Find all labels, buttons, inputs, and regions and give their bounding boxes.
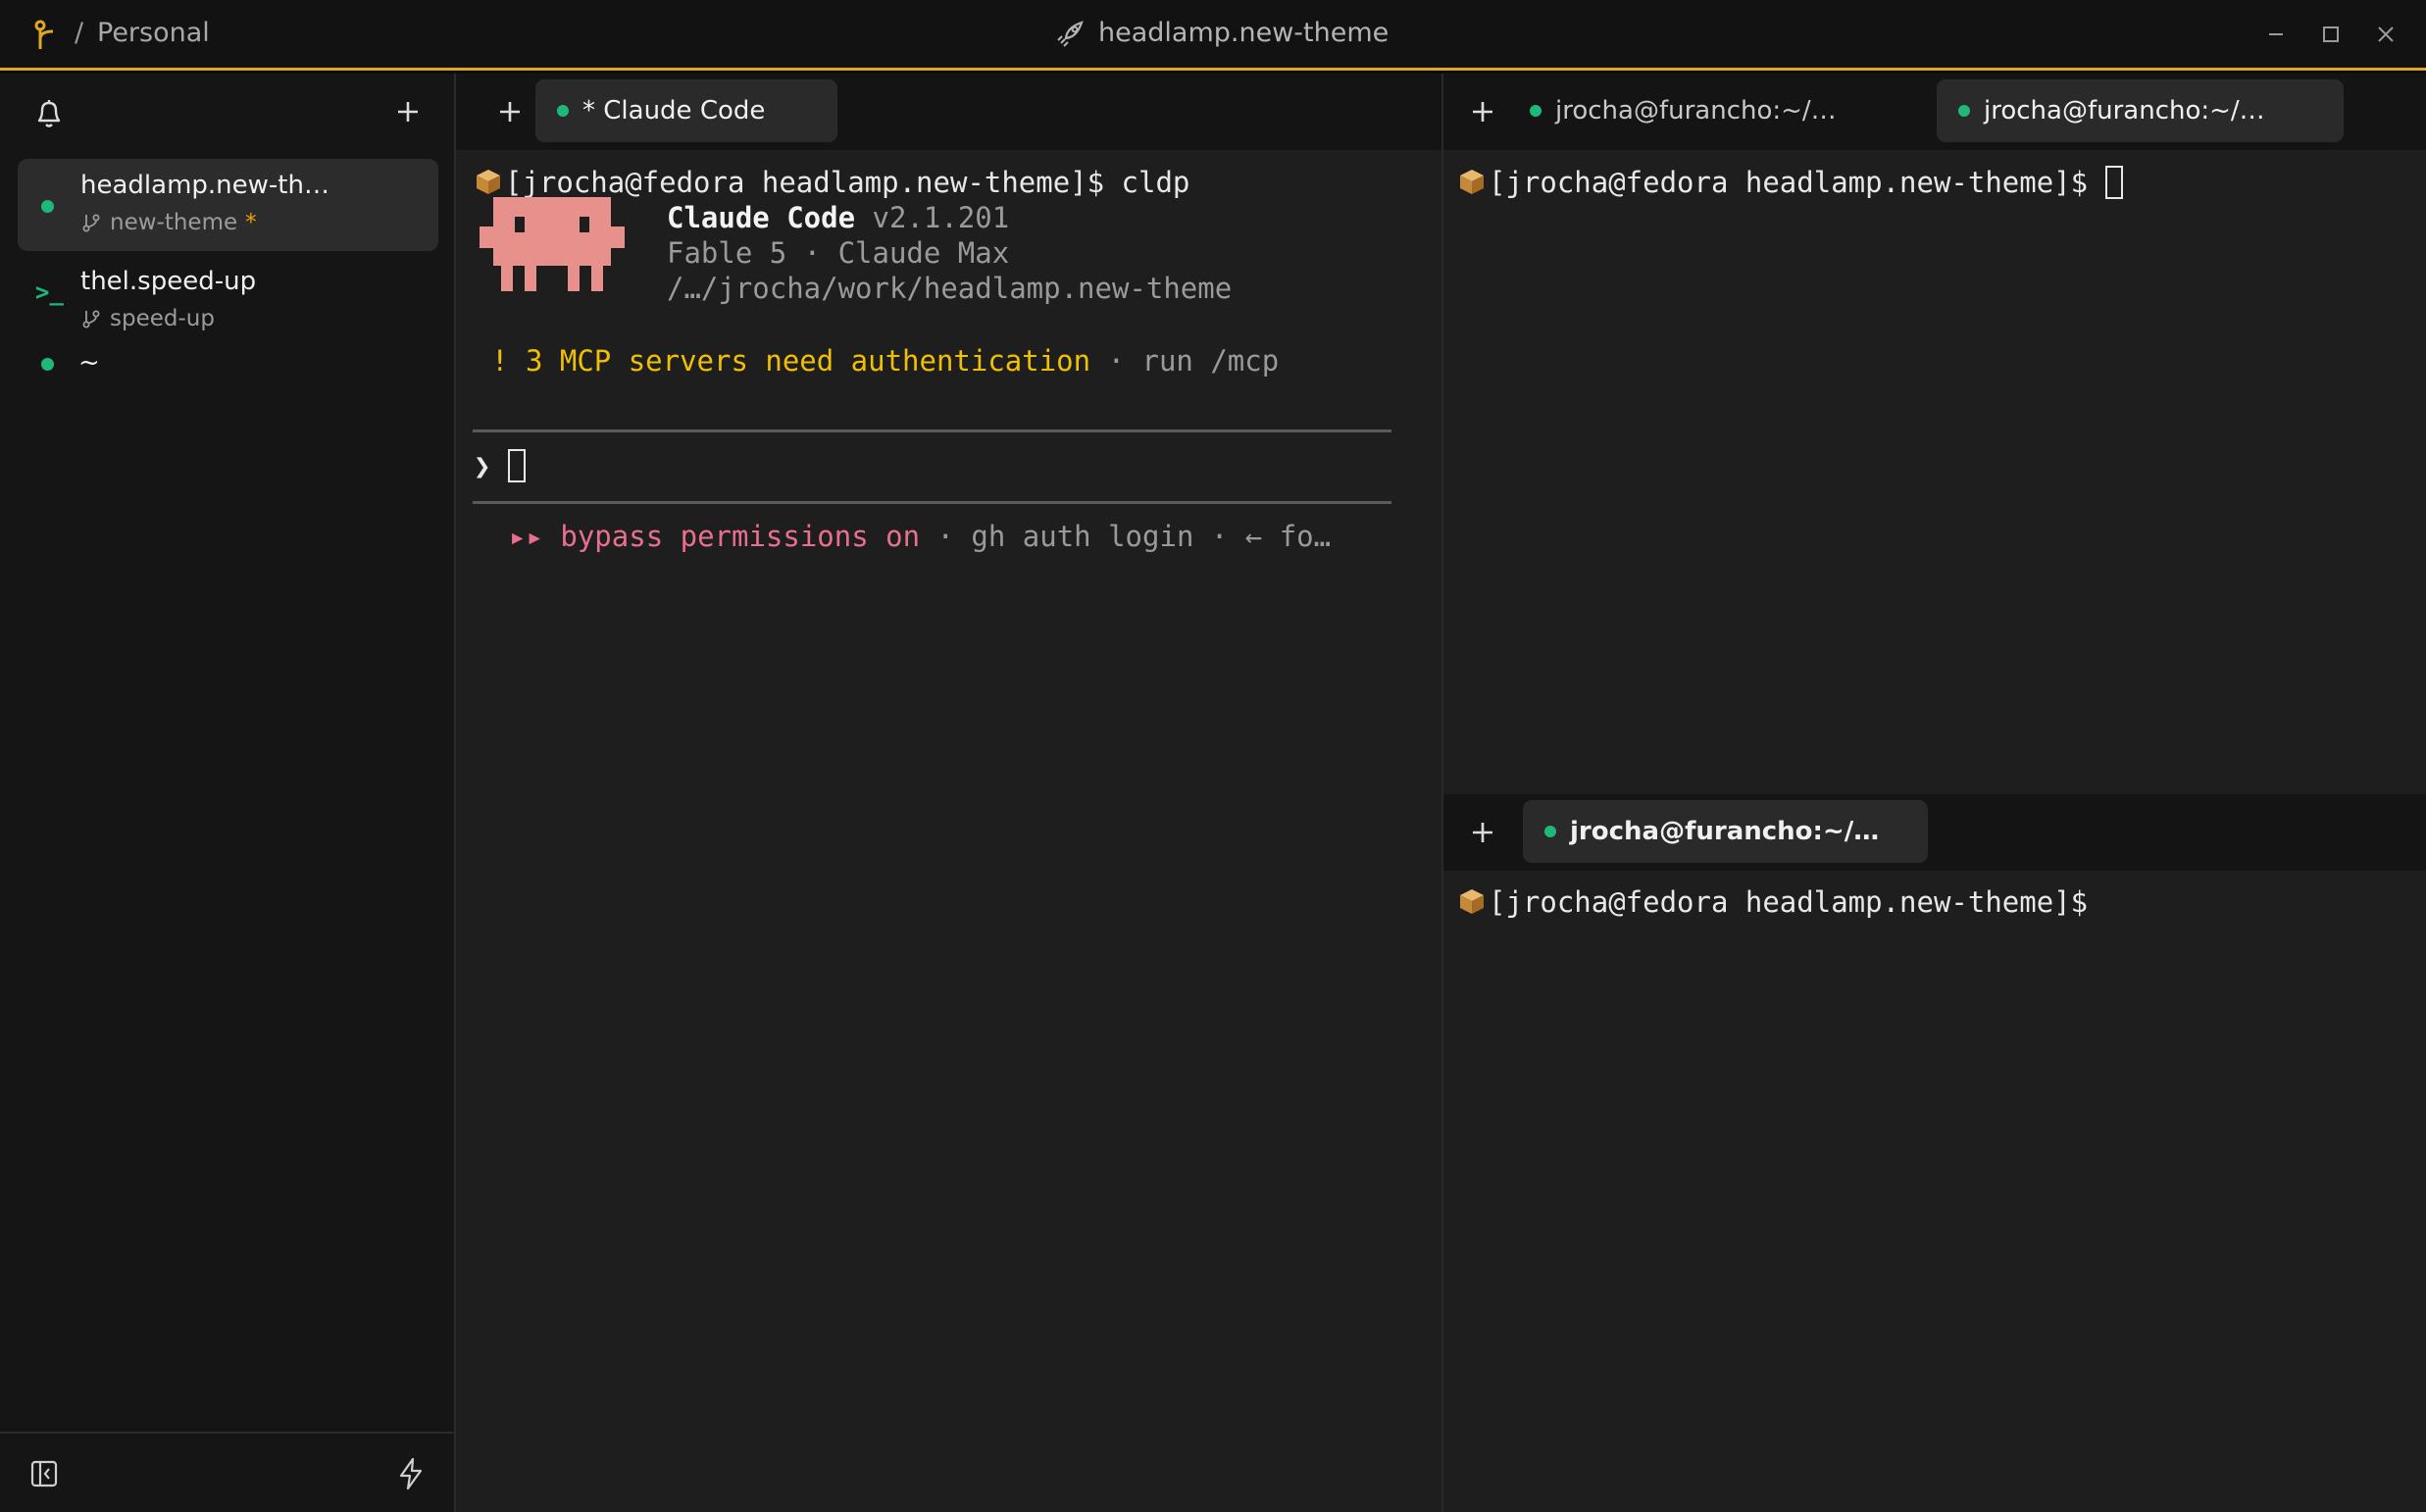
input-caret: ❯ [474,449,491,482]
tab-furancho-1[interactable]: jrocha@furancho:~/… [1508,79,1908,142]
sidebar-item-speed-up[interactable]: >_ thel.speed-up speed-up [18,255,438,347]
right-top-terminal-pane: jrocha@furancho:~/… jrocha@furancho:~/… … [1443,74,2426,794]
text-cursor [507,449,526,482]
sidebar-item-headlamp[interactable]: headlamp.new-th… new-theme * [18,159,438,251]
tab-claude-code[interactable]: * Claude Code [535,79,837,142]
new-tab-button[interactable] [1468,97,1497,126]
bell-icon[interactable] [33,97,65,130]
input-divider-top [473,429,1391,432]
warning-hint: · run /mcp [1090,344,1280,378]
tab-label: jrocha@furancho:~/… [1555,96,1837,126]
status-dot [557,105,569,117]
tab-label: * Claude Code [582,96,766,126]
left-tab-bar: * Claude Code [456,74,1441,150]
sidebar-item-home[interactable]: ~ [18,338,438,391]
terminal-prompt-line: [jrocha@fedora headlamp.new-theme]$ cldp [474,165,1189,200]
prompt-input[interactable]: ❯ [474,448,526,483]
lightning-icon[interactable] [396,1457,426,1490]
path-line: /…/jrocha/work/headlamp.new-theme [667,272,1233,305]
modified-indicator: * [245,210,257,235]
breadcrumb-separator: / [75,18,84,48]
branch-name: new-theme [110,210,238,235]
package-icon [1460,170,1484,194]
text-cursor [2104,166,2123,199]
tab-furancho-3[interactable]: jrocha@furancho:~/… [1523,800,1928,863]
title-bar: / Personal headlamp.new-theme [0,0,2426,71]
warning-text: 3 MCP servers need authentication [525,344,1091,378]
tab-furancho-2[interactable]: jrocha@furancho:~/… [1937,79,2344,142]
git-branch-icon [82,214,100,232]
status-dot [1958,105,1970,117]
minimize-button[interactable] [2261,20,2291,49]
git-branch-icon [82,310,100,328]
branch-logo-icon [34,20,54,49]
add-session-button[interactable] [393,97,423,126]
maximize-button[interactable] [2316,20,2346,49]
app-version: v2.1.201 [872,201,1010,234]
claude-mascot-icon [480,197,625,291]
rocket-icon [1057,20,1084,47]
mode-text: bypass permissions on [560,520,921,553]
sidebar-item-label: headlamp.new-th… [80,171,329,200]
mode-status-line: ▸▸ bypass permissions on · gh auth login… [509,519,1331,554]
terminal-prompt-line[interactable]: [jrocha@fedora headlamp.new-theme]$ [1457,884,2088,920]
window-title: headlamp.new-theme [1057,18,1389,48]
right-top-tab-bar: jrocha@furancho:~/… jrocha@furancho:~/… [1443,74,2426,150]
mode-hint: · gh auth login · ← fo… [920,520,1332,553]
mode-arrows-icon: ▸▸ [509,520,543,553]
app-name: Claude Code [667,201,856,234]
window-title-text: headlamp.new-theme [1098,18,1390,48]
sidebar-item-label: thel.speed-up [80,267,257,296]
status-dot [1544,826,1556,837]
terminal-prompt-line[interactable]: [jrocha@fedora headlamp.new-theme]$ [1457,165,2123,200]
left-terminal-pane: * Claude Code [jrocha@fedora headlamp.ne… [456,74,1441,1512]
right-bottom-tab-bar: jrocha@furancho:~/… [1443,794,2426,871]
terminal-icon: >_ [35,278,64,306]
sidebar-item-label: ~ [78,348,100,378]
tab-label: jrocha@furancho:~/… [1570,817,1880,846]
model-line: Fable 5 · Claude Max [667,236,1010,270]
sidebar-item-branch: speed-up [80,306,215,331]
sidebar-item-branch: new-theme * [80,210,257,235]
sidebar-footer [0,1432,454,1512]
app-header: Claude Code v2.1.201 [667,200,1009,235]
branch-name: speed-up [110,306,215,331]
new-tab-button[interactable] [1468,818,1497,847]
package-icon [477,170,500,194]
mcp-warning: ! 3 MCP servers need authentication · ru… [491,343,1279,378]
collapse-sidebar-icon[interactable] [29,1459,59,1488]
right-bottom-terminal-pane: jrocha@furancho:~/… [jrocha@fedora headl… [1443,794,2426,1512]
close-button[interactable] [2371,20,2401,49]
package-icon [1460,889,1484,914]
new-tab-button[interactable] [495,97,525,126]
status-dot [1530,105,1542,117]
warning-icon: ! [491,344,509,378]
tab-label: jrocha@furancho:~/… [1984,96,2265,126]
status-dot [41,358,54,371]
status-dot [41,200,54,213]
workspace-name[interactable]: Personal [97,18,210,48]
input-divider-bottom [473,501,1391,504]
sidebar: headlamp.new-th… new-theme * >_ thel.spe… [0,74,456,1512]
